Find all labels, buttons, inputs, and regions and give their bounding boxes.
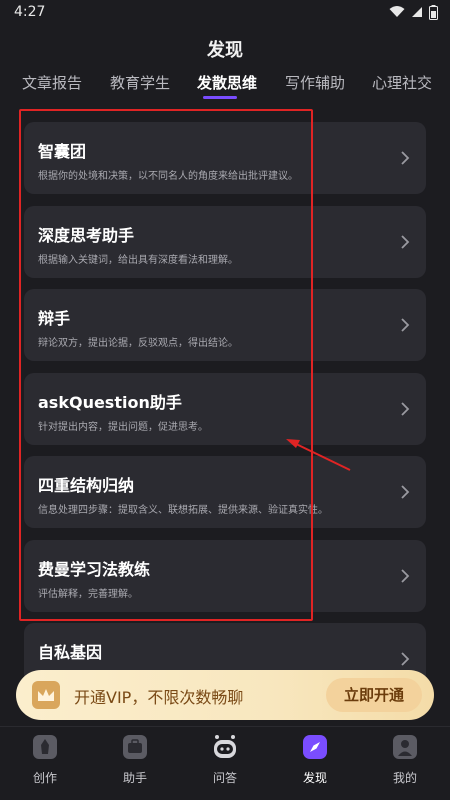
nav-qa[interactable]: 问答: [190, 733, 260, 786]
card-title: 四重结构归纳: [38, 476, 135, 495]
nav-label: 问答: [212, 771, 237, 785]
open-vip-button[interactable]: 立即开通: [326, 678, 422, 712]
nav-profile[interactable]: 我的: [370, 733, 440, 786]
nav-label: 发现: [302, 771, 327, 785]
status-bar: 4:27: [0, 0, 450, 24]
status-icons: [389, 4, 438, 20]
profile-icon: [393, 735, 417, 759]
list-item[interactable]: 深度思考助手 根据输入关键词，给出具有深度看法和理解。: [24, 206, 426, 278]
list-item[interactable]: 费曼学习法教练 评估解释，完善理解。: [24, 540, 426, 612]
chevron-right-icon: [401, 485, 410, 499]
nav-create[interactable]: 创作: [10, 733, 80, 786]
chevron-right-icon: [401, 235, 410, 249]
page-title: 发现: [207, 40, 243, 61]
card-description: 评估解释，完善理解。: [38, 589, 138, 600]
chevron-right-icon: [401, 151, 410, 165]
card-description: 信息处理四步骤：提取含义、联想拓展、提供来源、验证真实性。: [38, 505, 328, 516]
wifi-icon: [389, 6, 405, 17]
signal-icon: [412, 7, 422, 17]
tab-divergent-thinking[interactable]: 发散思维: [197, 72, 257, 93]
list-item[interactable]: 辩手 辩论双方，提出论据，反驳观点，得出结论。: [24, 289, 426, 361]
active-tab-indicator: [203, 96, 237, 99]
bottom-navigation: 创作 助手 问答 发现 我的: [0, 726, 450, 800]
card-title: 深度思考助手: [38, 226, 135, 245]
card-title: 自私基因: [38, 643, 103, 662]
nav-assistant[interactable]: 助手: [100, 733, 170, 786]
list-item[interactable]: askQuestion助手 针对提出内容，提出问题，促进思考。: [24, 373, 426, 445]
create-icon: [33, 735, 57, 759]
list-item[interactable]: 智囊团 根据你的处境和决策，以不同名人的角度来给出批评建议。: [24, 122, 426, 194]
card-title: 智囊团: [38, 142, 87, 161]
nav-label: 创作: [32, 771, 57, 785]
chevron-right-icon: [401, 652, 410, 666]
vip-banner[interactable]: 开通VIP，不限次数畅聊 立即开通: [16, 670, 434, 720]
tab-education-students[interactable]: 教育学生: [110, 72, 170, 93]
category-tabs: 文章报告 教育学生 发散思维 写作辅助 心理社交: [0, 72, 450, 102]
tab-writing-assist[interactable]: 写作辅助: [285, 72, 345, 93]
crown-icon: [32, 681, 60, 709]
tab-psychology-social[interactable]: 心理社交: [372, 72, 432, 93]
briefcase-icon: [123, 735, 147, 759]
card-title: askQuestion助手: [38, 393, 182, 412]
compass-icon: [303, 735, 327, 759]
chevron-right-icon: [401, 318, 410, 332]
card-description: 根据输入关键词，给出具有深度看法和理解。: [38, 255, 238, 266]
card-description: 根据你的处境和决策，以不同名人的角度来给出批评建议。: [38, 171, 298, 182]
battery-icon: [429, 4, 438, 20]
chevron-right-icon: [401, 402, 410, 416]
tab-articles-reports[interactable]: 文章报告: [22, 72, 82, 93]
card-description: 辩论双方，提出论据，反驳观点，得出结论。: [38, 338, 238, 349]
nav-label: 助手: [122, 771, 147, 785]
nav-discover[interactable]: 发现: [280, 733, 350, 786]
vip-promo-text: 开通VIP，不限次数畅聊: [74, 688, 244, 707]
card-title: 费曼学习法教练: [38, 560, 151, 579]
status-time: 4:27: [14, 4, 46, 20]
card-title: 辩手: [38, 309, 71, 328]
robot-icon: [214, 735, 236, 758]
chevron-right-icon: [401, 569, 410, 583]
nav-label: 我的: [392, 771, 417, 785]
card-description: 针对提出内容，提出问题，促进思考。: [38, 422, 208, 433]
list-item[interactable]: 四重结构归纳 信息处理四步骤：提取含义、联想拓展、提供来源、验证真实性。: [24, 456, 426, 528]
